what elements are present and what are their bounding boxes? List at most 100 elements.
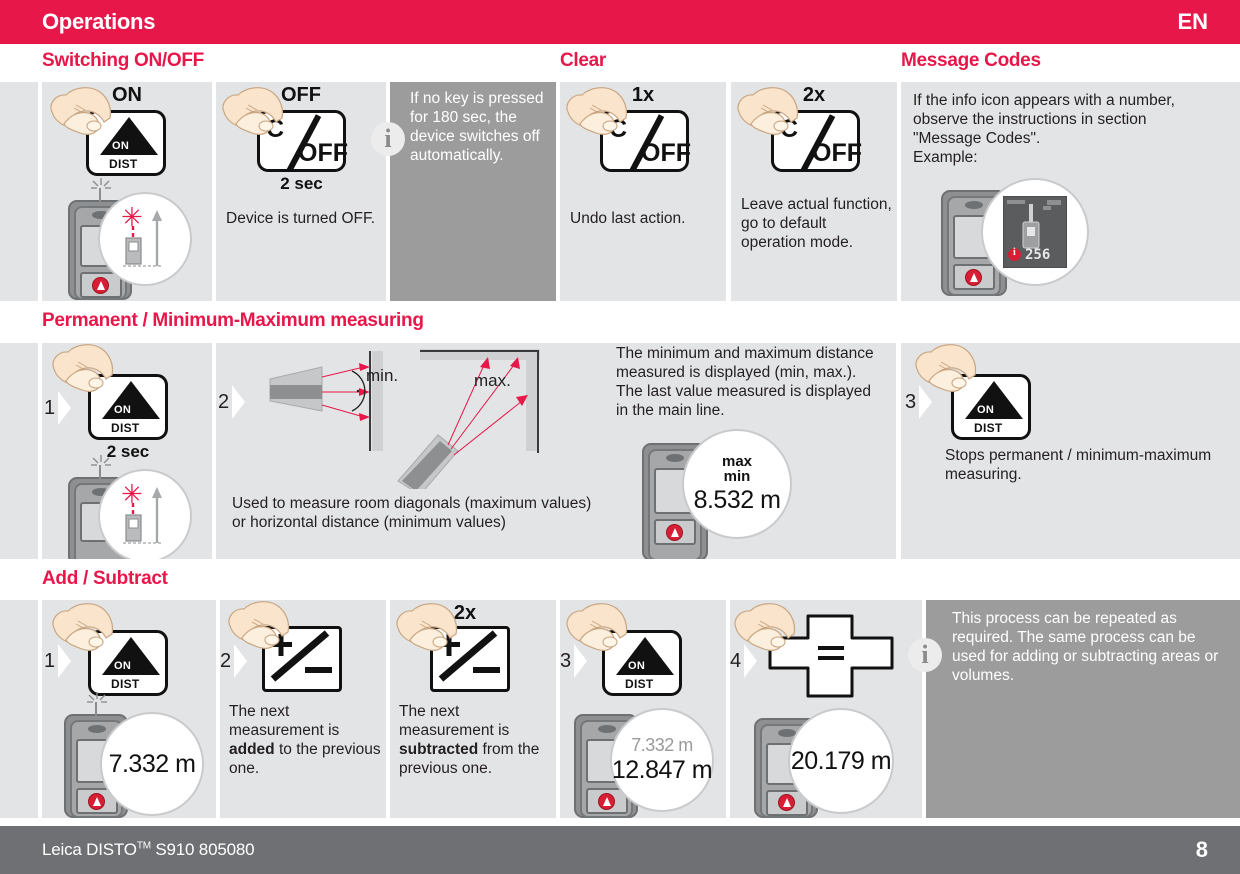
chevron-right-icon xyxy=(234,644,248,678)
device-illustration: 20.179 m xyxy=(746,704,922,818)
panel-addsub-step-4: 4 20.179 m xyxy=(730,600,922,818)
info-badge-icon xyxy=(1008,247,1021,261)
panel-addsub-step-3: 3 ON DIST 7.332 m 12.847 m xyxy=(560,600,726,818)
display-value: 7.332 m xyxy=(108,749,196,778)
measurement-callout-bubble: max min 8.532 m xyxy=(682,429,792,539)
panel-switch-on: ON ON DIST ✳ xyxy=(42,82,212,301)
hand-press-icon xyxy=(396,603,458,651)
panel-off-description: Device is turned OFF. xyxy=(226,210,376,227)
measurement-callout-bubble: 7.332 m 12.847 m xyxy=(610,708,714,812)
hand-press-icon xyxy=(566,87,628,135)
device-speaker-slot xyxy=(88,725,106,733)
chevron-right-icon xyxy=(232,385,246,419)
panel-addsub-step-2: 2 The next measurement is added to the p… xyxy=(220,600,386,818)
section-title-clear: Clear xyxy=(560,50,607,71)
min-max-measure-diagram xyxy=(269,349,540,489)
key-on-label: ON xyxy=(114,660,132,672)
row2-left-margin-panel xyxy=(0,343,38,559)
laser-measure-diagram: ✳ xyxy=(121,481,163,544)
panel-addsub-step-2b: 2x The next measurement is subtracted fr… xyxy=(390,600,556,818)
device-illustration: ✳ xyxy=(60,178,192,301)
laser-callout-bubble: ✳ xyxy=(98,192,192,286)
desc-part-1: The next measurement is xyxy=(399,703,510,739)
panel-step2-description: The next measurement is added to the pre… xyxy=(229,703,385,779)
key-off-label: OFF xyxy=(812,139,862,167)
footer-product-name: Leica DISTO xyxy=(42,840,137,859)
section-title-permanent-minmax: Permanent / Minimum-Maximum measuring xyxy=(42,310,424,331)
panel-clear-2x-description: Leave actual function, go to default ope… xyxy=(741,196,892,251)
key-dist-label: DIST xyxy=(974,421,1003,435)
panel-permanent-step-2: 2 min. max. Used to measure room diagona… xyxy=(216,343,896,559)
section-titles-row-3: Add / Subtract xyxy=(0,568,1240,596)
key-on-label: ON xyxy=(628,660,646,672)
step-marker-3: 3 xyxy=(905,385,933,419)
step-number: 2 xyxy=(220,649,232,672)
addsub-info-text: This process can be repeated as required… xyxy=(952,610,1219,684)
chevron-right-icon xyxy=(58,644,72,678)
leica-logo-icon xyxy=(778,794,795,811)
display-value: 8.532 m xyxy=(693,485,781,514)
laser-measure-diagram: ✳ xyxy=(121,204,163,267)
key-dist-label: DIST xyxy=(109,157,138,171)
step-number: 1 xyxy=(44,649,56,672)
laser-callout-bubble: ✳ xyxy=(98,469,192,559)
panel-clear-1x-description: Undo last action. xyxy=(570,210,686,227)
leica-logo-icon xyxy=(598,793,615,810)
info-icon: i xyxy=(908,638,942,672)
chevron-right-icon xyxy=(58,391,72,425)
trademark-symbol: TM xyxy=(136,840,151,852)
step-marker-1: 1 xyxy=(44,391,72,425)
chevron-right-icon xyxy=(919,385,933,419)
section-title-switching: Switching ON/OFF xyxy=(42,50,204,71)
key-dist-label: DIST xyxy=(111,677,140,691)
step-marker-2: 2 xyxy=(220,644,248,678)
key-dist-label: DIST xyxy=(111,421,140,435)
display-value: 20.179 m xyxy=(790,746,892,775)
key-on-label: ON xyxy=(977,404,995,416)
hand-press-icon xyxy=(737,87,799,135)
panel-step3-description: Stops permanent / minimum-maximum measur… xyxy=(945,447,1212,483)
desc-bold: added xyxy=(229,740,275,758)
label-min: min. xyxy=(366,366,399,385)
row1-left-margin-panel xyxy=(0,82,38,301)
laser-sparkle-icon xyxy=(91,455,111,466)
laser-sparkle-icon xyxy=(91,178,111,189)
device-speaker-slot xyxy=(598,725,616,733)
laser-beam-line xyxy=(99,465,101,481)
footer-product-label: Leica DISTOTM S910 805080 xyxy=(0,840,255,860)
leica-logo-icon xyxy=(965,269,982,286)
laser-beam-line xyxy=(99,188,101,204)
measurement-callout-bubble: 7.332 m xyxy=(100,712,204,816)
key-off-label: OFF xyxy=(641,139,691,167)
panel-permanent-step-1: 1 ON DIST 2 sec ✳ xyxy=(42,343,212,559)
desc-bold: subtracted xyxy=(399,740,479,758)
row3-left-margin-panel xyxy=(0,600,38,818)
step-number: 2 xyxy=(218,390,230,413)
step-number: 4 xyxy=(730,649,742,672)
desc-part-1: The next measurement is xyxy=(229,703,340,739)
step-number: 1 xyxy=(44,396,56,419)
panel-clear-2x: 2x C OFF Leave actual function, go to de… xyxy=(731,82,897,301)
panel-switch-off: OFF C OFF 2 sec Device is turned OFF. xyxy=(216,82,386,301)
panel-step2-description: Used to measure room diagonals (maximum … xyxy=(232,495,592,531)
display-value: 12.847 m xyxy=(611,756,713,784)
device-speaker-slot xyxy=(965,201,983,209)
section-title-add-subtract: Add / Subtract xyxy=(42,568,168,589)
hand-press-icon xyxy=(222,87,284,135)
key-duration-label: 2 sec xyxy=(280,174,323,193)
label-max: max. xyxy=(474,371,511,390)
device-speaker-slot xyxy=(666,454,684,462)
leica-logo-icon xyxy=(666,524,683,541)
section-title-message-codes: Message Codes xyxy=(901,50,1041,71)
panel-addsub-info: This process can be repeated as required… xyxy=(926,600,1240,818)
panel-addsub-step-1: 1 ON DIST 7.332 m xyxy=(42,600,216,818)
footer-model-number: S910 805080 xyxy=(150,840,255,859)
step-marker-1: 1 xyxy=(44,644,72,678)
language-badge: EN xyxy=(1177,9,1208,34)
info-icon: i xyxy=(371,122,405,156)
step-number: 3 xyxy=(560,649,572,672)
step-marker-2: 2 xyxy=(218,385,246,419)
panel-minmax-explanation: The minimum and maximum distance measure… xyxy=(616,345,874,419)
message-code-callout-bubble: 256 xyxy=(981,178,1089,286)
leica-logo-icon xyxy=(92,277,109,294)
